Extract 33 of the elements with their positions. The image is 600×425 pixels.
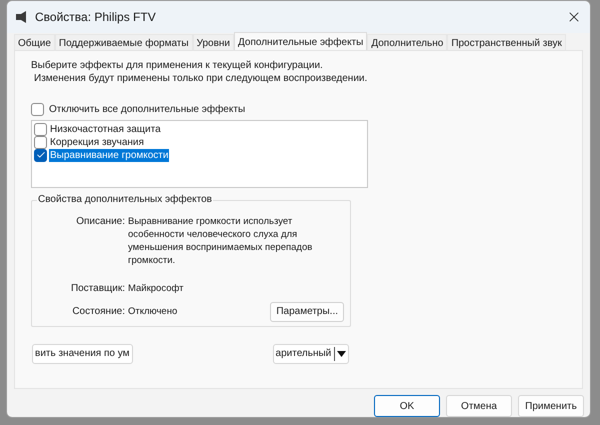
checkbox[interactable] bbox=[34, 122, 47, 136]
check-icon bbox=[36, 150, 46, 160]
field-value: Отключено bbox=[128, 305, 178, 318]
field-value: Выравнивание громкости использует особенности человеческого слуха для уменьшения воспринимаемых перепадов громкости. bbox=[128, 214, 314, 267]
restore-defaults-button[interactable]: вить значения по ум bbox=[32, 344, 133, 364]
tab[interactable]: Дополнительные эффекты bbox=[234, 32, 368, 50]
caret-icon bbox=[334, 346, 346, 361]
group-title: Свойства дополнительных эффектов bbox=[37, 192, 213, 206]
intro-text: Выберите эффекты для применения к текущей конфигурации. bbox=[31, 58, 324, 72]
speaker-icon bbox=[15, 10, 29, 24]
tab[interactable]: Поддерживаемые форматы bbox=[54, 34, 193, 50]
list-item[interactable]: Коррекция звучания bbox=[49, 136, 145, 149]
field-value: Майкрософт bbox=[128, 282, 184, 295]
field-label: Состояние: bbox=[71, 305, 126, 318]
field-label: Описание: bbox=[75, 214, 126, 229]
field-label: Поставщик: bbox=[70, 282, 126, 295]
tab[interactable]: Общие bbox=[14, 34, 55, 50]
list-item[interactable]: Выравнивание громкости bbox=[49, 148, 170, 162]
dialog-button[interactable]: Отмена bbox=[446, 395, 512, 417]
checkbox-label: Отключить все дополнительные эффекты bbox=[49, 102, 246, 117]
tab[interactable]: Дополнительно bbox=[367, 34, 448, 50]
checkbox[interactable] bbox=[34, 136, 47, 149]
intro-text: Изменения будут применены только при следующем воспроизведении. bbox=[33, 72, 368, 85]
dialog-button[interactable]: OK bbox=[374, 395, 440, 417]
tab[interactable]: Пространственный звук bbox=[447, 34, 566, 50]
tab[interactable]: Уровни bbox=[192, 34, 234, 50]
checkbox[interactable] bbox=[34, 148, 47, 162]
dialog-button[interactable]: Применить bbox=[518, 395, 584, 417]
window-title: Свойства: Philips FTV bbox=[35, 8, 156, 26]
mode-dropdown[interactable]: арительный bbox=[272, 344, 350, 364]
settings-button[interactable]: Параметры... bbox=[270, 302, 344, 322]
list-item[interactable]: Низкочастотная защита bbox=[49, 122, 162, 136]
checkbox[interactable] bbox=[31, 102, 44, 116]
